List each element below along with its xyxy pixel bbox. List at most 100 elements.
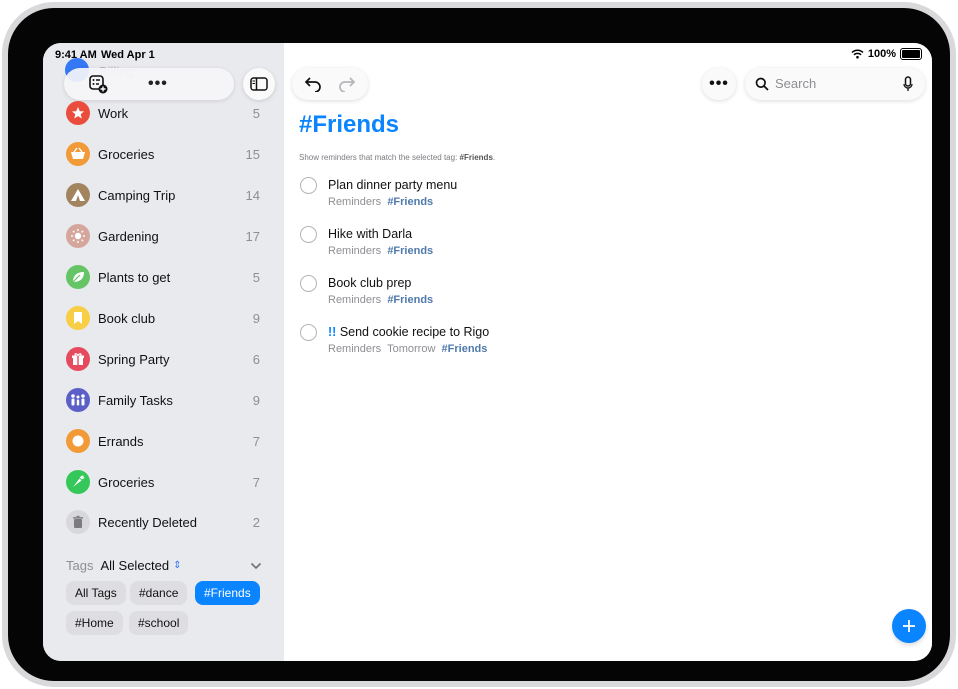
list-count: 5 [252,269,260,285]
list-count: 9 [252,392,260,408]
filter-description-tag: #Friends [459,153,493,162]
main-content: 100% ••• Search #Friends Show reminders … [284,43,932,661]
tag-chip-school[interactable]: #school [129,611,189,635]
ipad-bezel: 9:41 AM Wed Apr 1 Billing ••• [8,8,950,681]
tag-chip-friends[interactable]: #Friends [195,581,260,605]
reminder-checkbox[interactable] [300,226,317,243]
plus-icon [903,620,915,632]
reminder-title[interactable]: Plan dinner party menu [328,178,457,192]
reminder-date: Tomorrow [387,343,436,355]
reminder-checkbox[interactable] [300,275,317,292]
reminder-tag[interactable]: #Friends [387,294,433,306]
reminder-tag[interactable]: #Friends [387,196,433,208]
reminder-meta: Reminders #Friends [328,294,433,306]
reminder-tag[interactable]: #Friends [442,343,488,355]
list-name: Gardening [98,228,159,244]
list-item-groceries[interactable]: Groceries 15 [66,141,260,167]
reminder-tag[interactable]: #Friends [387,245,433,257]
redo-icon[interactable] [338,76,356,92]
wifi-icon [851,49,864,59]
status-indicators: 100% [851,48,922,60]
gift-icon [66,347,90,371]
list-item-family-tasks[interactable]: Family Tasks 9 [66,387,260,413]
carrot-icon [66,470,90,494]
list-count: 5 [252,105,260,121]
screen: 9:41 AM Wed Apr 1 Billing ••• [43,43,932,661]
add-reminder-button[interactable] [892,609,926,643]
list-count: 7 [252,474,260,490]
reminder-meta: Reminders #Friends [328,245,433,257]
list-name: Groceries [98,146,155,162]
list-item-book-club[interactable]: Book club 9 [66,305,260,331]
toggle-sidebar-button[interactable] [243,68,275,100]
list-item-recently-deleted[interactable]: Recently Deleted 2 [66,509,260,535]
priority-marker: !! [328,325,337,339]
reminder-title-line[interactable]: !! Send cookie recipe to Rigo [328,325,489,339]
ipad-frame: 9:41 AM Wed Apr 1 Billing ••• [2,2,956,687]
list-count: 6 [252,351,260,367]
list-item-groceries-2[interactable]: Groceries 7 [66,469,260,495]
reminder-meta: Reminders #Friends [328,196,433,208]
search-placeholder: Search [775,76,817,91]
list-name: Plants to get [98,269,171,285]
list-count: 7 [252,433,260,449]
reminder-checkbox[interactable] [300,177,317,194]
battery-percent: 100% [867,48,896,60]
tags-header: Tags All Selected ⇕ [66,558,262,573]
microphone-icon[interactable] [903,76,913,92]
tags-title: Tags [66,558,94,573]
reminder-title[interactable]: Book club prep [328,276,411,290]
undo-redo-group [292,68,368,100]
chevron-down-icon[interactable] [250,562,262,570]
list-name: Recently Deleted [98,514,197,530]
reminder-meta: Reminders Tomorrow #Friends [328,343,487,355]
reminder-list: Reminders [328,196,382,208]
list-item-work[interactable]: Work 5 [66,100,260,126]
list-name: Book club [98,310,156,326]
list-name: Camping Trip [98,187,176,203]
status-date: Wed Apr 1 [101,49,155,61]
filter-description: Show reminders that match the selected t… [299,153,496,162]
list-count: 17 [245,228,260,244]
page-title: #Friends [299,111,400,138]
chevron-up-down-icon: ⇕ [173,560,182,571]
list-count: 2 [252,514,260,530]
more-options-button[interactable]: ••• [702,68,736,100]
list-name: Work [98,105,129,121]
filter-description-text: Show reminders that match the selected t… [299,153,458,162]
tag-chip-all-tags[interactable]: All Tags [66,581,126,605]
star-icon [66,101,90,125]
sidebar: 9:41 AM Wed Apr 1 Billing ••• [43,43,284,661]
sun-icon [66,224,90,248]
list-item-spring-party[interactable]: Spring Party 6 [66,346,260,372]
list-item-errands[interactable]: Errands 7 [66,428,260,454]
reminder-list: Reminders [328,294,382,306]
family-icon [66,388,90,412]
list-name: Spring Party [98,351,170,367]
search-field[interactable]: Search [745,68,925,100]
list-name: Groceries [98,474,155,490]
tag-chip-home[interactable]: #Home [66,611,123,635]
tags-filter-menu[interactable]: All Selected [100,558,169,573]
leaf-icon [66,265,90,289]
basket-icon [66,142,90,166]
more-icon: ••• [709,75,729,92]
battery-icon [900,48,922,60]
circle-icon [66,429,90,453]
sidebar-more-icon[interactable]: ••• [148,75,168,93]
reminder-checkbox[interactable] [300,324,317,341]
list-count: 14 [245,187,260,203]
list-item-gardening[interactable]: Gardening 17 [66,223,260,249]
list-item-camping-trip[interactable]: Camping Trip 14 [66,182,260,208]
reminder-title[interactable]: Hike with Darla [328,227,412,241]
undo-icon[interactable] [304,76,322,92]
reminder-list: Reminders [328,245,382,257]
search-icon [755,77,769,91]
trash-icon [66,510,90,534]
list-count: 15 [245,146,260,162]
new-list-icon[interactable] [88,74,108,94]
list-item-plants-to-get[interactable]: Plants to get 5 [66,264,260,290]
reminder-title: Send cookie recipe to Rigo [339,325,490,339]
tag-chip-dance[interactable]: #dance [130,581,188,605]
sidebar-toggle-icon [250,77,268,91]
